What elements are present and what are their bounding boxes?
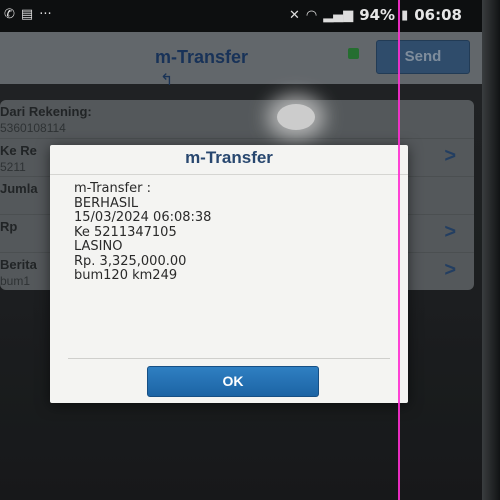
dialog-title: m-Transfer — [185, 148, 273, 167]
ok-button[interactable]: OK — [147, 366, 319, 397]
divider — [50, 174, 408, 175]
status-bar: ✆ ▤ ··· ✕ ◠ ▂▄▆ 94% ▮ 06:08 — [0, 0, 482, 32]
battery-level: 94% — [359, 6, 396, 24]
wifi-icon: ◠ — [305, 7, 318, 23]
message-line: BERHASIL — [74, 195, 139, 211]
more-notifications: ··· — [39, 7, 52, 22]
result-dialog: m-Transfer m-Transfer : BERHASIL 15/03/2… — [50, 145, 408, 403]
battery-icon: ▮ — [401, 7, 409, 23]
dialog-message: m-Transfer : BERHASIL 15/03/2024 06:08:3… — [74, 181, 394, 284]
phone-bezel — [482, 0, 500, 500]
mute-icon: ✕ — [288, 7, 300, 23]
signal-icon: ▂▄▆ — [323, 7, 354, 23]
clock: 06:08 — [414, 6, 462, 24]
whatsapp-icon: ✆ — [4, 7, 15, 22]
message-line: 15/03/2024 06:08:38 — [74, 210, 212, 225]
message-line: Rp. 3,325,000.00 — [74, 253, 187, 269]
message-line: LASINO — [74, 239, 123, 254]
message-line: bum120 km249 — [74, 268, 178, 283]
divider — [68, 358, 390, 359]
phone-screen: ✆ ▤ ··· ✕ ◠ ▂▄▆ 94% ▮ 06:08 m-Transfer ↰… — [0, 0, 482, 500]
message-icon: ▤ — [20, 7, 34, 22]
screen-artifact-line — [398, 0, 400, 500]
message-line: m-Transfer : — [74, 181, 151, 196]
message-line: Ke 5211347105 — [74, 224, 177, 240]
